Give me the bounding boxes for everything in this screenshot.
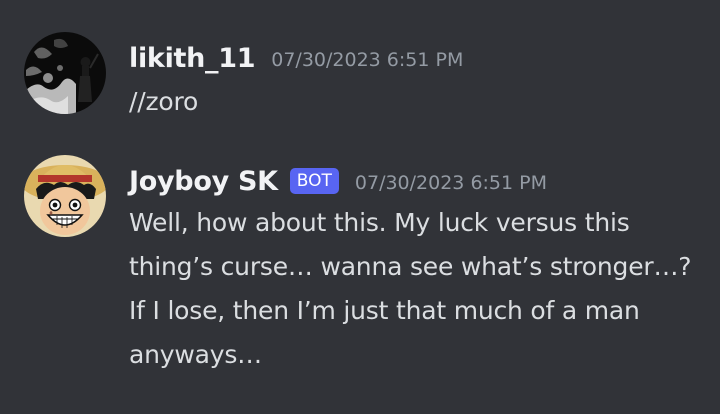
username[interactable]: Joyboy SK	[129, 166, 278, 197]
bot-tag: BOT	[289, 168, 339, 194]
straw-hat-character-avatar-icon	[24, 155, 106, 237]
timestamp[interactable]: 07/30/2023 6:51 PM	[355, 168, 547, 194]
avatar[interactable]	[24, 155, 106, 237]
username[interactable]: likith_11	[129, 43, 256, 74]
avatar[interactable]	[24, 32, 106, 114]
message-header: likith_11 07/30/2023 6:51 PM	[129, 38, 463, 78]
timestamp[interactable]: 07/30/2023 6:51 PM	[271, 45, 463, 71]
message-content: //zoro	[129, 87, 199, 116]
dark-smoky-figure-avatar-icon	[24, 32, 106, 114]
message-header: Joyboy SK BOT 07/30/2023 6:51 PM	[129, 161, 547, 201]
message-content: Well, how about this. My luck versus thi…	[129, 208, 692, 369]
